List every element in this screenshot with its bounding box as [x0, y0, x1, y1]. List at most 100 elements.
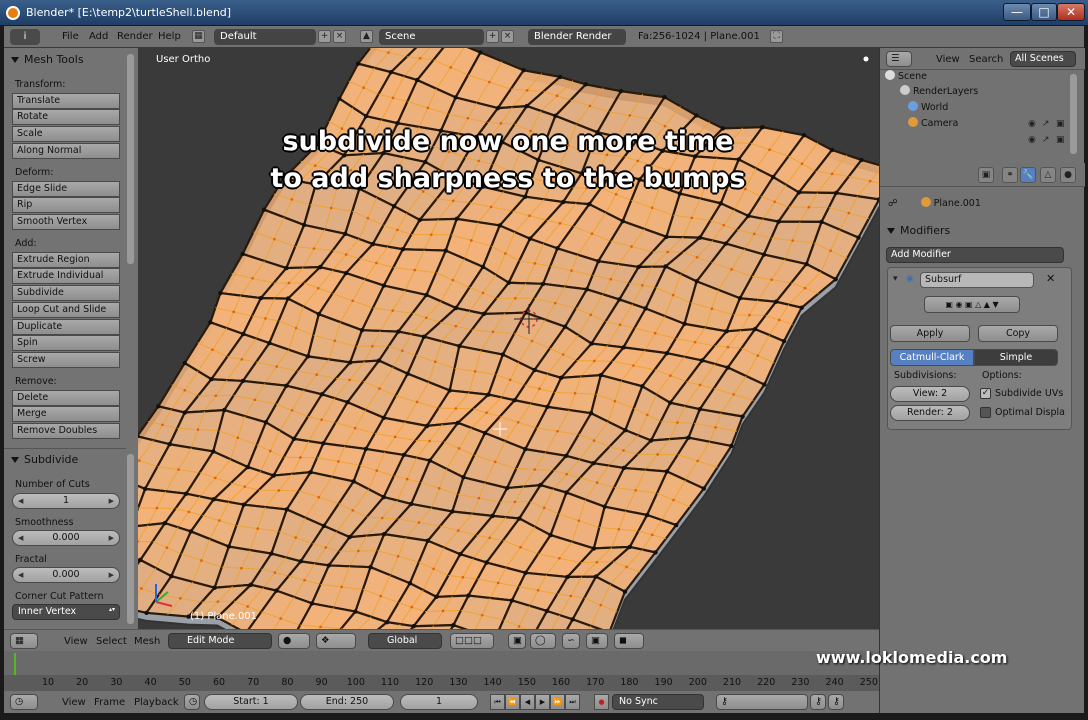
viewport-menu-view[interactable]: View — [64, 636, 88, 647]
timeline-menu-view[interactable]: View — [62, 697, 86, 708]
copy-button[interactable]: Copy — [978, 325, 1058, 342]
tab-data-icon[interactable]: △ — [1040, 167, 1056, 183]
3d-cursor-icon[interactable] — [514, 304, 544, 334]
transform-orientation-select[interactable]: Global — [368, 633, 442, 649]
scene-field[interactable]: Scene — [379, 29, 484, 45]
translate-button[interactable]: Translate — [12, 93, 120, 109]
selectability-arrow-icon[interactable]: ↗ — [1042, 135, 1052, 145]
minimize-button[interactable]: — — [1003, 3, 1031, 21]
viewport-menu-mesh[interactable]: Mesh — [134, 636, 160, 647]
viewport-shading-icon[interactable]: ● — [278, 633, 310, 649]
smoothness-field[interactable]: 0.000 — [12, 530, 120, 546]
proportional-falloff-icon[interactable]: ∽ — [562, 633, 580, 649]
menu-render[interactable]: Render — [117, 31, 153, 42]
subdivide-operator-header[interactable]: Subdivide — [4, 450, 124, 470]
timeline-menu-playback[interactable]: Playback — [134, 697, 179, 708]
extrude-individual-button[interactable]: Extrude Individual — [12, 268, 120, 284]
modifier-display-toggles[interactable]: ▣ ◉ ▣ △ ▲ ▼ — [924, 296, 1020, 313]
optimal-display-checkbox[interactable] — [980, 407, 991, 418]
viewport-corner-icon[interactable] — [861, 54, 871, 64]
outliner-menu-search[interactable]: Search — [969, 54, 1003, 65]
3d-viewport[interactable]: User Ortho (1) Plane.001 subdivide now o… — [138, 48, 879, 629]
along-normal-button[interactable]: Along Normal — [12, 143, 120, 159]
screen-layout-icon[interactable]: ▦ — [192, 30, 205, 43]
editor-type-info-icon[interactable]: i — [10, 29, 40, 45]
keying-delete-icon[interactable]: ⚷ — [828, 694, 844, 710]
next-keyframe-icon[interactable]: ⏩ — [550, 694, 565, 710]
spin-button[interactable]: Spin — [12, 335, 120, 351]
number-of-cuts-field[interactable]: 1 — [12, 493, 120, 509]
keying-set-field[interactable]: ⚷ — [716, 694, 808, 710]
loop-cut-and-slide-button[interactable]: Loop Cut and Slide — [12, 302, 120, 318]
remove-layout-icon[interactable]: × — [333, 30, 346, 43]
subdivide-button[interactable]: Subdivide — [12, 285, 120, 301]
close-button[interactable]: ✕ — [1057, 3, 1085, 21]
duplicate-button[interactable]: Duplicate — [12, 319, 120, 335]
extrude-region-button[interactable]: Extrude Region — [12, 252, 120, 268]
interaction-mode-select[interactable]: Edit Mode — [168, 633, 272, 649]
apply-button[interactable]: Apply — [890, 325, 970, 342]
timeline[interactable]: 10 20 30 40 50 60 70 80 90 100 110 120 130 140 150 160 1… — [4, 651, 879, 691]
tab-constraints-icon[interactable]: ⚭ — [1002, 167, 1018, 183]
snap-icon[interactable]: ▣ — [586, 633, 608, 649]
outliner-filter-select[interactable]: All Scenes — [1010, 51, 1076, 67]
editor-type-timeline-icon[interactable]: ◷ — [10, 694, 38, 710]
maximize-button[interactable]: □ — [1031, 3, 1057, 21]
outliner-item-camera[interactable]: Camera — [908, 117, 958, 131]
sync-mode-select[interactable]: No Sync — [612, 694, 704, 710]
record-icon[interactable]: ● — [594, 694, 609, 710]
timeline-menu-frame[interactable]: Frame — [94, 697, 125, 708]
pin-icon[interactable]: ☍ — [888, 198, 898, 209]
outliner-item-scene[interactable]: Scene — [885, 70, 927, 84]
selectability-arrow-icon[interactable]: ↗ — [1042, 119, 1052, 129]
outliner-scrollbar[interactable] — [1070, 74, 1077, 154]
jump-end-icon[interactable]: ⏭ — [565, 694, 580, 710]
start-frame-field[interactable]: Start: 1 — [204, 694, 298, 710]
current-frame-indicator[interactable] — [14, 653, 16, 675]
menu-file[interactable]: File — [62, 31, 79, 42]
add-modifier-select[interactable]: Add Modifier — [886, 247, 1064, 263]
fullscreen-icon[interactable]: ⛶ — [770, 30, 783, 43]
operator-scrollbar[interactable] — [127, 454, 134, 624]
corner-cut-pattern-select[interactable]: Inner Vertex — [12, 604, 120, 620]
menu-help[interactable]: Help — [158, 31, 181, 42]
jump-start-icon[interactable]: ⏮ — [490, 694, 505, 710]
screen-layout-field[interactable]: Default — [214, 29, 316, 45]
renderability-camera-icon[interactable]: ▣ — [1056, 135, 1066, 145]
render-engine-select[interactable]: Blender Render — [528, 29, 626, 45]
editor-type-outliner-icon[interactable]: ☰ — [886, 51, 912, 67]
subdivide-uvs-checkbox[interactable]: ✓ — [980, 388, 991, 399]
expand-triangle-icon[interactable]: ▾ — [893, 274, 903, 284]
keying-icon[interactable]: ◷ — [184, 694, 200, 710]
fractal-field[interactable]: 0.000 — [12, 567, 120, 583]
modifiers-panel-header[interactable]: Modifiers — [880, 221, 1070, 241]
modifier-name-field[interactable]: Subsurf — [920, 272, 1034, 288]
delete-button[interactable]: Delete — [12, 390, 120, 406]
catmull-clark-button[interactable]: Catmull-Clark — [890, 349, 974, 366]
select-mode-icons[interactable]: □□□ — [450, 633, 494, 649]
merge-button[interactable]: Merge — [12, 406, 120, 422]
editor-type-3dview-icon[interactable]: ▦ — [10, 633, 38, 649]
current-frame-field[interactable]: 1 — [400, 694, 478, 710]
limit-selection-icon[interactable]: ▣ — [508, 633, 526, 649]
menu-add[interactable]: Add — [89, 31, 108, 42]
proportional-edit-icon[interactable]: ◯ — [530, 633, 556, 649]
visibility-eye-icon[interactable]: ◉ — [1028, 119, 1038, 129]
tab-object-icon[interactable]: ▣ — [978, 167, 994, 183]
outliner-menu-view[interactable]: View — [936, 54, 960, 65]
rip-button[interactable]: Rip — [12, 197, 120, 213]
play-reverse-icon[interactable]: ◀ — [520, 694, 535, 710]
prev-keyframe-icon[interactable]: ⏪ — [505, 694, 520, 710]
view-subdivisions-field[interactable]: View: 2 — [890, 386, 970, 402]
add-scene-icon[interactable]: + — [486, 30, 499, 43]
end-frame-field[interactable]: End: 250 — [300, 694, 394, 710]
remove-doubles-button[interactable]: Remove Doubles — [12, 423, 120, 439]
rotate-button[interactable]: Rotate — [12, 109, 120, 125]
mesh-tools-panel-header[interactable]: Mesh Tools — [4, 50, 124, 70]
render-preview-icon[interactable]: ◼ — [614, 633, 644, 649]
tab-modifiers-wrench-icon[interactable]: 🔧 — [1020, 167, 1036, 183]
pivot-point-select-icon[interactable]: ❖ — [316, 633, 356, 649]
visibility-eye-icon[interactable]: ◉ — [1028, 135, 1038, 145]
renderability-camera-icon[interactable]: ▣ — [1056, 119, 1066, 129]
edge-slide-button[interactable]: Edge Slide — [12, 181, 120, 197]
